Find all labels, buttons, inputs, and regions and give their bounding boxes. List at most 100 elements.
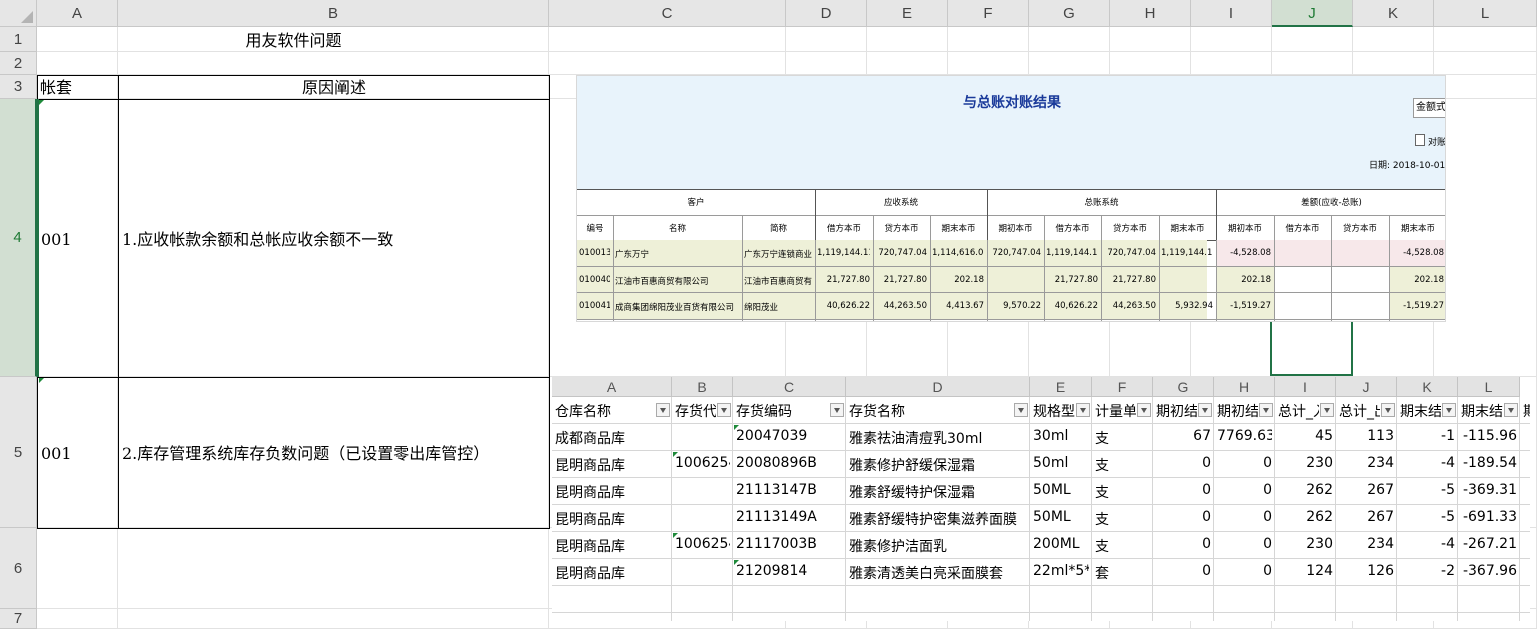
- unbalanced-checkbox[interactable]: [1415, 134, 1425, 146]
- reconciliation-result-image: 与总账对账结果 金额式 对账不平 日期: 2018-10-01至2018-10 …: [576, 75, 1446, 322]
- filter-dropdown-icon[interactable]: [1381, 403, 1395, 417]
- inner-column-header-a: A: [552, 377, 672, 397]
- header-reason[interactable]: 原因阐述: [118, 77, 550, 99]
- inventory-cell: 0: [1202, 536, 1211, 552]
- row4-reason[interactable]: 1.应收帐款余额和总帐应收余额不一致: [122, 229, 393, 251]
- column-header-c[interactable]: C: [549, 0, 786, 27]
- inventory-cell: 支: [1095, 512, 1109, 528]
- row5-reason[interactable]: 2.库存管理系统库存负数问题（已设置零出库管控）: [122, 443, 489, 465]
- recon-cell: 21,727.80: [826, 275, 870, 285]
- filter-dropdown-icon[interactable]: [830, 403, 844, 417]
- inventory-cell: 21209814: [736, 563, 808, 579]
- recon-cell: 720,747.04: [878, 248, 927, 258]
- inventory-cell: 45: [1315, 428, 1333, 444]
- row-header-3[interactable]: 3: [0, 75, 37, 99]
- group-header: 应收系统: [883, 198, 918, 208]
- recon-cell: 江油市百惠商贸有限公司: [744, 277, 812, 287]
- recon-cell: -1,519.27: [1403, 301, 1444, 311]
- inventory-cell: 0: [1202, 563, 1211, 579]
- inventory-cell: -267.21: [1462, 536, 1517, 552]
- row-header-7[interactable]: 7: [0, 609, 37, 629]
- inventory-cell: 21117003B: [736, 536, 817, 552]
- inventory-cell: 126: [1367, 563, 1394, 579]
- row5-account-set[interactable]: 001: [41, 443, 72, 465]
- filter-dropdown-icon[interactable]: [1320, 403, 1334, 417]
- filter-dropdown-icon[interactable]: [1076, 403, 1090, 417]
- inventory-cell: 昆明商品库: [555, 458, 625, 474]
- subheader: 贷方本币: [1342, 224, 1377, 234]
- subheader: 名称: [668, 224, 686, 234]
- sheet-title[interactable]: 用友软件问题: [37, 28, 550, 53]
- inner-column-header-d: D: [846, 377, 1030, 397]
- row-header-1[interactable]: 1: [0, 27, 37, 52]
- recon-cell: 成商集团绵阳茂业百货有限公司: [615, 303, 735, 313]
- inventory-cell: -2: [1441, 563, 1455, 579]
- inventory-cell: 50ML: [1033, 482, 1071, 498]
- row-header-5[interactable]: 5: [0, 377, 37, 528]
- recon-cell: 0100403: [579, 275, 610, 285]
- inventory-cell: 21113149A: [736, 509, 817, 525]
- filter-dropdown-icon[interactable]: [1014, 403, 1028, 417]
- column-header-l[interactable]: L: [1434, 0, 1537, 27]
- inventory-cell: 67: [1193, 428, 1211, 444]
- inventory-cell: 113: [1367, 428, 1394, 444]
- inner-column-header-b: B: [672, 377, 733, 397]
- filter-dropdown-icon[interactable]: [717, 403, 731, 417]
- row-header-4[interactable]: 4: [0, 99, 37, 377]
- column-header-a[interactable]: A: [37, 0, 118, 27]
- inventory-cell: -367.96: [1462, 563, 1517, 579]
- inner-column-header-g: G: [1153, 377, 1214, 397]
- filter-dropdown-icon[interactable]: [1137, 403, 1151, 417]
- column-header-k[interactable]: K: [1353, 0, 1434, 27]
- inventory-cell: 22ml*5*3: [1033, 563, 1089, 579]
- column-header-e[interactable]: E: [867, 0, 948, 27]
- recon-cell: 21,727.80: [1112, 275, 1156, 285]
- recon-cell: 5,932.94: [1175, 301, 1213, 311]
- inventory-cell: 昆明商品库: [555, 512, 625, 528]
- column-header-d[interactable]: D: [786, 0, 867, 27]
- group-header: 差额(应收-总账): [1301, 198, 1362, 208]
- group-header: 客户: [687, 198, 705, 208]
- inventory-cell: 50ml: [1033, 455, 1069, 471]
- inventory-cell: 234: [1367, 455, 1394, 471]
- recon-cell: 广东万宁连锁商业有限公: [744, 250, 812, 260]
- recon-cell: 1,119,144.11: [1046, 248, 1098, 258]
- subheader: 借方本币: [1285, 224, 1320, 234]
- row4-account-set[interactable]: 001: [41, 229, 72, 251]
- inventory-cell: -5: [1441, 482, 1455, 498]
- inner-header-cell: 存货代码: [675, 404, 716, 420]
- recon-cell: 21,727.80: [1054, 275, 1098, 285]
- subheader: 借方本币: [1055, 224, 1090, 234]
- filter-dropdown-icon[interactable]: [1504, 403, 1518, 417]
- inventory-cell: 267: [1367, 482, 1394, 498]
- recon-cell: 1,119,144.11: [817, 248, 870, 258]
- recon-cell: 4,413.67: [946, 301, 984, 311]
- recon-cell: 202.18: [1414, 275, 1444, 285]
- inventory-cell: -369.31: [1462, 482, 1517, 498]
- inventory-cell: -189.54: [1462, 455, 1517, 471]
- header-account-set[interactable]: 帐套: [40, 77, 72, 99]
- filter-dropdown-icon[interactable]: [1442, 403, 1456, 417]
- filter-dropdown-icon[interactable]: [656, 403, 670, 417]
- recon-cell: 40,626.22: [826, 301, 870, 311]
- recon-cell: 202.18: [954, 275, 984, 285]
- column-header-b[interactable]: B: [118, 0, 549, 27]
- filter-dropdown-icon[interactable]: [1198, 403, 1212, 417]
- display-mode-select[interactable]: 金额式: [1413, 98, 1445, 118]
- row-header-2[interactable]: 2: [0, 52, 37, 75]
- group-header: 总账系统: [1084, 198, 1119, 208]
- select-all-corner[interactable]: [0, 0, 37, 27]
- row-header-6[interactable]: 6: [0, 528, 37, 609]
- column-header-f[interactable]: F: [948, 0, 1029, 27]
- inventory-cell: 234: [1367, 536, 1394, 552]
- filter-dropdown-icon[interactable]: [1259, 403, 1273, 417]
- recon-cell: 1,119,144.11: [1161, 248, 1213, 258]
- column-header-g[interactable]: G: [1029, 0, 1110, 27]
- inventory-cell: 267: [1367, 509, 1394, 525]
- inventory-cell: -4: [1441, 536, 1455, 552]
- column-header-i[interactable]: I: [1191, 0, 1272, 27]
- recon-cell: -1,519.27: [1230, 301, 1271, 311]
- column-header-j[interactable]: J: [1272, 0, 1353, 27]
- inventory-cell: 0: [1263, 509, 1272, 525]
- column-header-h[interactable]: H: [1110, 0, 1191, 27]
